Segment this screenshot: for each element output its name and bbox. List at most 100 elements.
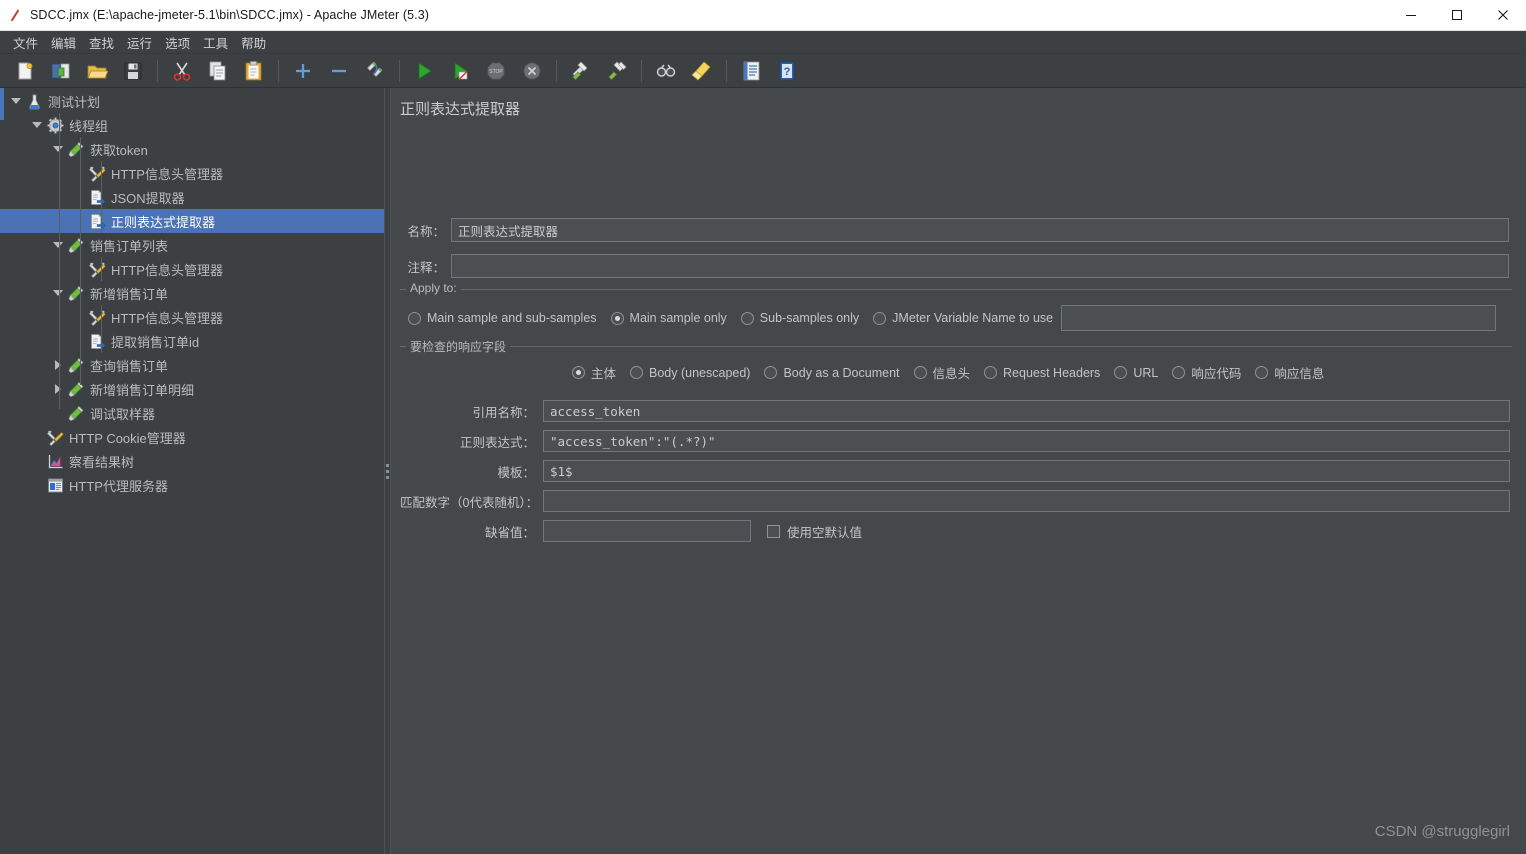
close-button[interactable] <box>1480 0 1526 31</box>
chevron-down-icon[interactable] <box>50 233 66 257</box>
response-field-options: 主体 Body (unescaped) Body as a Document 信… <box>572 363 1324 382</box>
tree-node[interactable]: 测试计划 <box>0 89 384 113</box>
cut-icon[interactable] <box>165 56 199 86</box>
tree-node[interactable]: 获取token <box>0 137 384 161</box>
menu-options[interactable]: 选项 <box>159 31 196 54</box>
template-input[interactable]: $1$ <box>543 460 1510 482</box>
menu-file[interactable]: 文件 <box>7 31 44 54</box>
chevron-down-icon[interactable] <box>50 137 66 161</box>
split-pane-divider[interactable] <box>384 88 391 854</box>
open-icon[interactable] <box>80 56 114 86</box>
radio-main-sample-only[interactable]: Main sample only <box>610 311 727 325</box>
tree-node[interactable]: 线程组 <box>0 113 384 137</box>
tree-connector-line <box>59 113 60 409</box>
post-processor-icon <box>87 187 107 207</box>
toolbar-separator <box>726 59 727 82</box>
menu-tools[interactable]: 工具 <box>197 31 234 54</box>
name-input[interactable]: 正则表达式提取器 <box>451 218 1509 242</box>
tree-node[interactable]: HTTP信息头管理器 <box>0 305 384 329</box>
tree-node-selected[interactable]: 正则表达式提取器 <box>0 209 384 233</box>
radio-response-code[interactable]: 响应代码 <box>1172 363 1241 382</box>
radio-response-message[interactable]: 响应信息 <box>1255 363 1324 382</box>
templates-icon[interactable] <box>44 56 78 86</box>
chevron-down-icon[interactable] <box>50 281 66 305</box>
tree-node[interactable]: HTTP代理服务器 <box>0 473 384 497</box>
response-field-group: 要检查的响应字段 主体 Body (unescaped) Body as a D… <box>400 338 1512 388</box>
match-number-input[interactable] <box>543 490 1510 512</box>
radio-response-headers[interactable]: 信息头 <box>913 363 970 382</box>
toolbar-separator <box>399 59 400 82</box>
tree-node[interactable]: HTTP信息头管理器 <box>0 161 384 185</box>
tree-node[interactable]: 新增销售订单明细 <box>0 377 384 401</box>
menu-edit[interactable]: 编辑 <box>45 31 82 54</box>
chevron-right-icon[interactable] <box>50 353 66 377</box>
tree-node[interactable]: JSON提取器 <box>0 185 384 209</box>
start-icon[interactable] <box>407 56 441 86</box>
default-value-input[interactable] <box>543 520 751 542</box>
radio-dot-icon <box>630 366 644 379</box>
tree-node[interactable]: 提取销售订单id <box>0 329 384 353</box>
tree-node[interactable]: HTTP信息头管理器 <box>0 257 384 281</box>
watermark: CSDN @strugglegirl <box>1374 823 1510 840</box>
match-number-row: 匹配数字（0代表随机）： <box>400 490 1510 512</box>
menu-search[interactable]: 查找 <box>83 31 120 54</box>
tree-node[interactable]: 销售订单列表 <box>0 233 384 257</box>
menu-run[interactable]: 运行 <box>121 31 158 54</box>
default-value-label: 缺省值： <box>484 525 535 540</box>
function-helper-icon[interactable] <box>734 56 768 86</box>
test-plan-tree[interactable]: 测试计划 线程组 获取token HTTP信息头管理器 JSON提取器 正则表达式提取器销… <box>0 88 384 854</box>
start-no-pauses-icon[interactable] <box>443 56 477 86</box>
reference-name-input[interactable]: access_token <box>543 400 1510 422</box>
tree-toggle-spacer <box>71 257 87 281</box>
collapse-all-icon[interactable] <box>322 56 356 86</box>
tree-node[interactable]: 查询销售订单 <box>0 353 384 377</box>
radio-body-as-a-document[interactable]: Body as a Document <box>764 365 900 380</box>
radio-label: 响应代码 <box>1191 367 1242 381</box>
tree-node-label: 获取token <box>90 142 148 158</box>
svg-text:STOP: STOP <box>489 69 503 75</box>
checkbox-icon <box>767 524 780 538</box>
search-icon[interactable] <box>649 56 683 86</box>
radio-body-unescaped[interactable]: Body (unescaped) <box>630 366 750 380</box>
paste-icon[interactable] <box>237 56 271 86</box>
radio-dot-icon <box>873 311 887 325</box>
regular-expression-input[interactable]: "access_token":"(.*?)" <box>543 430 1510 452</box>
copy-icon[interactable] <box>201 56 235 86</box>
shutdown-icon[interactable] <box>515 56 549 86</box>
chevron-down-icon[interactable] <box>8 89 24 113</box>
tree-node-label: 察看结果树 <box>69 454 135 470</box>
reset-search-icon[interactable] <box>685 56 719 86</box>
toolbar-separator <box>157 59 158 82</box>
expand-all-icon[interactable] <box>286 56 320 86</box>
use-empty-default-checkbox[interactable]: 使用空默认值 <box>767 522 862 541</box>
tree-node[interactable]: 新增销售订单 <box>0 281 384 305</box>
menu-help[interactable]: 帮助 <box>235 31 272 54</box>
tree-node[interactable]: HTTP Cookie管理器 <box>0 425 384 449</box>
new-icon[interactable] <box>8 56 42 86</box>
stop-icon[interactable]: STOP <box>479 56 513 86</box>
regex-extractor-panel: 正则表达式提取器 名称： 正则表达式提取器 注释： Apply to: Main… <box>391 88 1526 854</box>
view-results-icon <box>45 451 65 471</box>
tree-node[interactable]: 调试取样器 <box>0 401 384 425</box>
chevron-down-icon[interactable] <box>29 113 45 137</box>
header-manager-icon <box>87 307 107 327</box>
chevron-right-icon[interactable] <box>50 377 66 401</box>
radio-label: Body as a Document <box>783 365 900 380</box>
radio-jmeter-variable-name[interactable]: JMeter Variable Name to use <box>873 311 1053 325</box>
tree-node[interactable]: 察看结果树 <box>0 449 384 473</box>
help-icon[interactable]: ? <box>770 56 804 86</box>
save-icon[interactable] <box>116 56 150 86</box>
maximize-button[interactable] <box>1434 0 1480 31</box>
radio-request-headers[interactable]: Request Headers <box>984 366 1100 380</box>
radio-main-sample-and-sub-samples[interactable]: Main sample and sub-samples <box>408 311 597 325</box>
clear-icon[interactable] <box>564 56 598 86</box>
comment-input[interactable] <box>451 254 1509 278</box>
radio-sub-samples-only[interactable]: Sub-samples only <box>740 311 859 325</box>
toggle-enable-icon[interactable] <box>358 56 392 86</box>
jmeter-variable-name-input[interactable] <box>1061 305 1497 331</box>
clear-all-icon[interactable] <box>600 56 634 86</box>
radio-url[interactable]: URL <box>1114 366 1158 380</box>
tree-toggle-spacer <box>71 185 87 209</box>
minimize-button[interactable] <box>1388 0 1434 31</box>
radio-body[interactable]: 主体 <box>572 363 616 382</box>
